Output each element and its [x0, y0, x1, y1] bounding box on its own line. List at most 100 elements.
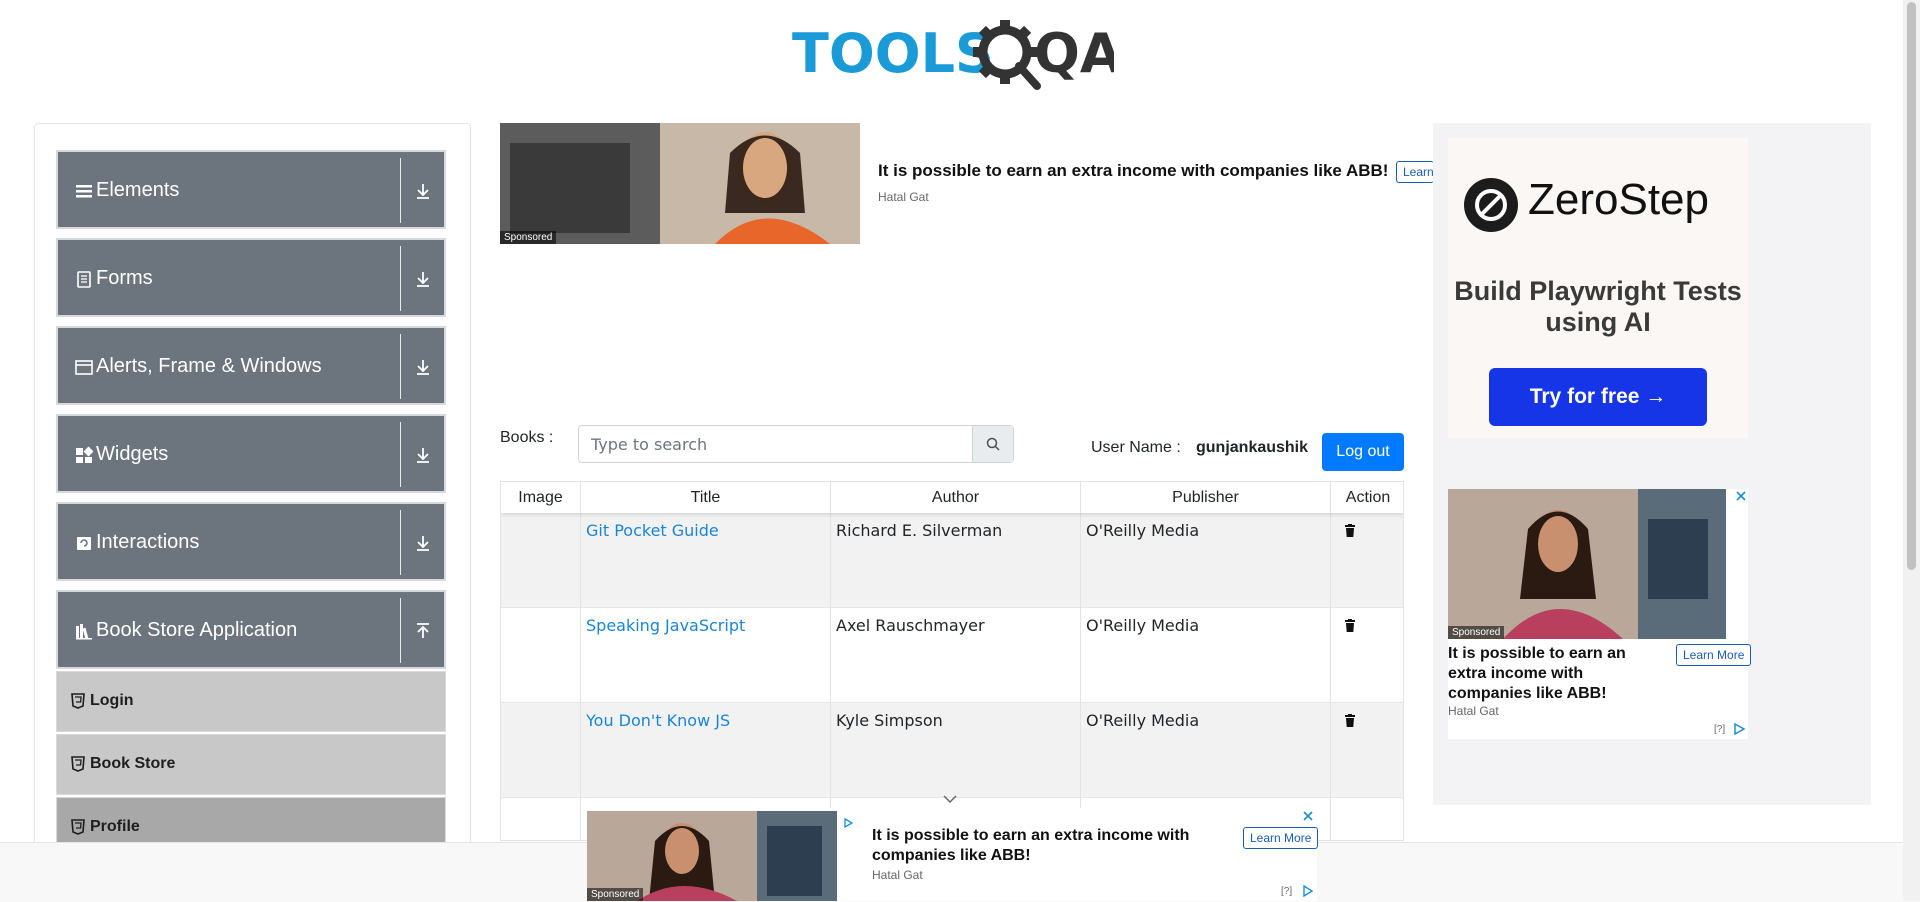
book-title-cell: You Don't Know JS	[581, 703, 831, 798]
table-header: Image Title Author Publisher Action	[501, 482, 1403, 513]
download-arrow-icon	[417, 272, 429, 287]
html5-icon	[71, 693, 85, 709]
interactions-icon	[77, 537, 91, 550]
book-title-link[interactable]: Git Pocket Guide	[586, 521, 719, 540]
sidebar-group-alerts-frame-windows[interactable]: Alerts, Frame & Windows	[56, 326, 446, 405]
page-scrollbar[interactable]	[1903, 0, 1920, 901]
table-row: Speaking JavaScript Axel Rauschmayer O'R…	[501, 608, 1403, 703]
html5-icon	[71, 756, 85, 772]
column-header-action[interactable]: Action	[1331, 482, 1403, 513]
learn-more-button[interactable]: Learn	[1396, 161, 1434, 183]
zerostep-logo-icon	[1464, 178, 1518, 232]
sidebar-group-widgets[interactable]: Widgets	[56, 414, 446, 493]
book-image-cell	[501, 513, 581, 608]
right-ad-panel: ZeroStep Build Playwright Tests using AI…	[1433, 123, 1871, 805]
book-image-cell	[501, 608, 581, 703]
sidebar-item-login[interactable]: Login	[56, 671, 446, 732]
chevron-down-icon[interactable]	[943, 794, 957, 804]
trash-icon[interactable]	[1344, 524, 1356, 538]
column-header-author[interactable]: Author	[831, 482, 1081, 513]
book-publisher-cell: O'Reilly Media	[1081, 703, 1331, 798]
html5-icon	[71, 819, 85, 835]
book-title-link[interactable]: You Don't Know JS	[586, 711, 730, 730]
bottom-ad-banner[interactable]: Sponsored It is possible to earn an extr…	[587, 795, 1319, 901]
sidebar-group-book-store-application[interactable]: Book Store Application	[56, 590, 446, 669]
book-publisher-cell: O'Reilly Media	[1081, 513, 1331, 608]
ad-info-label[interactable]: [?]	[1281, 886, 1292, 897]
ad-headline[interactable]: It is possible to earn an extra income w…	[1448, 644, 1628, 704]
close-icon[interactable]	[1736, 491, 1746, 501]
right-ad-secondary[interactable]: Sponsored It is possible to earn an extr…	[1448, 489, 1752, 739]
search-input[interactable]	[579, 426, 974, 462]
ad-image: Sponsored	[500, 123, 860, 244]
download-arrow-icon	[417, 536, 429, 551]
user-name-value: gunjankaushik	[1196, 439, 1309, 456]
ad-headline[interactable]: It is possible to earn an extra income w…	[878, 161, 1388, 181]
ad-source: Hatal Gat	[878, 190, 929, 204]
download-arrow-icon	[417, 184, 429, 199]
sidebar-group-elements[interactable]: Elements	[56, 150, 446, 229]
divider	[400, 510, 401, 575]
table-row: Git Pocket Guide Richard E. Silverman O'…	[501, 513, 1403, 608]
download-arrow-icon	[417, 360, 429, 375]
book-title-link[interactable]: Speaking JavaScript	[586, 616, 745, 635]
column-header-title[interactable]: Title	[581, 482, 831, 513]
scrollbar-thumb[interactable]	[1907, 2, 1916, 570]
adchoices-icon[interactable]	[1732, 723, 1746, 735]
ad-image: Sponsored	[587, 811, 837, 901]
sidebar-item-label: Book Store	[90, 755, 176, 772]
hamburger-icon	[76, 185, 92, 198]
book-author-cell: Richard E. Silverman	[831, 513, 1081, 608]
divider	[400, 422, 401, 487]
divider	[400, 246, 401, 311]
try-for-free-button[interactable]: Try for free →	[1489, 368, 1707, 426]
books-icon	[76, 624, 92, 640]
adchoices-icon[interactable]	[1301, 885, 1313, 897]
sidebar-group-forms[interactable]: Forms	[56, 238, 446, 317]
zerostep-ad[interactable]: ZeroStep Build Playwright Tests using AI…	[1448, 138, 1748, 438]
search-icon	[986, 437, 1000, 451]
sidebar-group-label: Widgets	[96, 443, 169, 465]
sidebar-item-book-store[interactable]: Book Store	[56, 734, 446, 795]
sidebar-group-label: Interactions	[96, 531, 200, 553]
search-box	[578, 425, 1014, 463]
user-name-label: User Name :	[1091, 439, 1181, 456]
sidebar-group-interactions[interactable]: Interactions	[56, 502, 446, 581]
sidebar-group-label: Forms	[96, 267, 153, 289]
book-action-cell	[1331, 608, 1403, 703]
divider	[400, 158, 401, 223]
column-header-image[interactable]: Image	[501, 482, 581, 513]
download-arrow-icon	[417, 448, 429, 463]
widgets-icon	[76, 446, 93, 463]
books-label: Books :	[500, 429, 554, 446]
divider	[400, 334, 401, 399]
column-header-publisher[interactable]: Publisher	[1081, 482, 1331, 513]
sponsored-tag: Sponsored	[587, 888, 644, 901]
book-title-cell: Git Pocket Guide	[581, 513, 831, 608]
books-table: Image Title Author Publisher Action Git …	[500, 481, 1404, 841]
logo-text-qa: QA	[1034, 22, 1114, 85]
search-button[interactable]	[972, 426, 1013, 462]
trash-icon[interactable]	[1344, 619, 1356, 633]
book-author-cell: Axel Rauschmayer	[831, 608, 1081, 703]
ad-info-label[interactable]: [?]	[1714, 724, 1725, 735]
book-action-cell	[1331, 703, 1403, 798]
book-image-cell	[501, 798, 581, 840]
sidebar-item-profile[interactable]: Profile	[56, 797, 446, 844]
sidebar-item-label: Profile	[90, 818, 140, 835]
logout-button[interactable]: Log out	[1322, 433, 1404, 471]
book-publisher-cell: O'Reilly Media	[1081, 608, 1331, 703]
book-action-cell	[1331, 513, 1403, 608]
toolsqa-logo[interactable]: TOOLS QA	[792, 14, 1122, 90]
ad-headline[interactable]: It is possible to earn an extra income w…	[872, 826, 1212, 866]
adchoices-icon[interactable]	[843, 818, 853, 828]
top-ad-banner[interactable]: Sponsored It is possible to earn an extr…	[500, 123, 1434, 245]
learn-more-button[interactable]: Learn More	[1676, 644, 1752, 666]
divider	[400, 598, 401, 663]
close-icon[interactable]	[1303, 811, 1313, 821]
upload-arrow-icon	[417, 623, 429, 638]
learn-more-button[interactable]: Learn More	[1243, 827, 1319, 849]
logo-graphic: TOOLS QA	[792, 20, 1122, 90]
window-icon	[75, 360, 93, 375]
trash-icon[interactable]	[1344, 714, 1356, 728]
